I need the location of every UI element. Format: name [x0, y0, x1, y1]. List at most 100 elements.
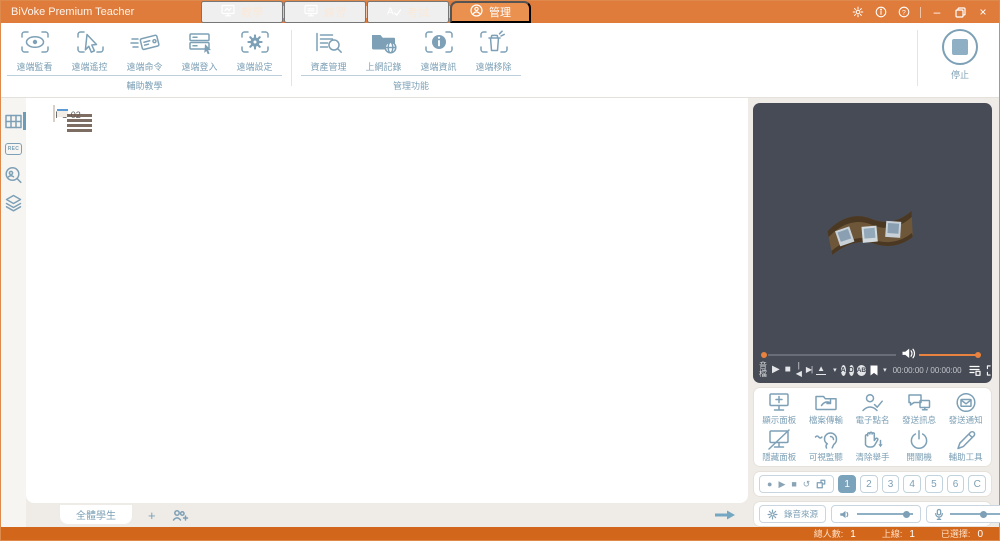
stop-button[interactable]: 停止: [927, 26, 993, 97]
record-view-button[interactable]: REC: [3, 138, 24, 159]
grid-icon: [5, 114, 22, 129]
channel-6-button[interactable]: 6: [946, 475, 965, 494]
tab-exam[interactable]: A 考試: [367, 1, 449, 23]
bookmark-icon: [870, 365, 878, 376]
add-tab-button[interactable]: +: [148, 508, 156, 523]
record-button[interactable]: ●: [767, 479, 772, 489]
roll-call-button[interactable]: 電子點名: [849, 390, 896, 427]
status-online: 上線: 1: [881, 529, 915, 540]
channel-3-button[interactable]: 3: [881, 475, 900, 494]
toolbar: 遠端監看 遠端遙控 遠端命令 遠端登入 遠端設定 輔助教學 資產管理 上網記錄 …: [1, 23, 999, 98]
toolbar-group-teaching-aid: 遠端監看 遠端遙控 遠端命令 遠端登入 遠端設定 輔助教學: [7, 26, 282, 97]
thumbnail-view-button[interactable]: [3, 111, 26, 132]
hand-down-icon: [865, 431, 884, 448]
bookmark-button[interactable]: [869, 365, 879, 376]
close-button[interactable]: ×: [976, 5, 990, 19]
send-notify-button[interactable]: 發送通知: [942, 390, 989, 427]
remote-login-button[interactable]: 遠端登入: [172, 26, 227, 73]
add-group-button[interactable]: [172, 509, 189, 522]
tab-management[interactable]: 管理: [450, 1, 531, 23]
eye-icon: [20, 29, 50, 58]
listen-button[interactable]: 可視監聽: [803, 427, 850, 464]
remote-control-button[interactable]: 遠端遙控: [62, 26, 117, 73]
remote-remove-button[interactable]: 遠端移除: [466, 26, 521, 73]
layers-button[interactable]: [3, 192, 24, 213]
hide-panel-button[interactable]: 隱藏面板: [756, 427, 803, 464]
toolbar-separator: [917, 30, 918, 86]
filmstrip-visual: [827, 210, 913, 255]
mic-volume-slider[interactable]: [950, 510, 1000, 518]
remote-info-button[interactable]: 遠端資訊: [411, 26, 466, 73]
folder-arrow-icon: [815, 395, 837, 410]
svg-text:A: A: [387, 6, 394, 17]
skip-start-button[interactable]: |◀: [795, 362, 802, 378]
statusbar: 總人數: 1 上線: 1 已選擇: 0: [1, 527, 999, 540]
minimize-button[interactable]: –: [930, 5, 944, 19]
clear-hands-button[interactable]: 清除舉手: [849, 427, 896, 464]
remote-command-button[interactable]: 遠端命令: [117, 26, 172, 73]
audio-row: 錄音來源: [753, 501, 1000, 527]
settings-gear-icon[interactable]: [851, 5, 865, 19]
playlist-button[interactable]: [968, 365, 982, 376]
ear-wave-icon: [814, 431, 838, 449]
transport-stop-button[interactable]: ■: [791, 479, 796, 489]
play-button[interactable]: ▶: [771, 365, 781, 375]
marker-d-button[interactable]: D: [848, 364, 854, 376]
view-rail: REC: [1, 98, 26, 527]
help-icon[interactable]: ?: [897, 5, 911, 19]
skip-end-button[interactable]: ▶|: [805, 366, 813, 374]
remote-watch-button[interactable]: 遠端監看: [7, 26, 62, 73]
player-controls: 音檔 ▶ ■ |◀ ▶| ▲ ▾ A D AB ▾ 00:00:00 / 00:…: [758, 362, 991, 378]
add-group-icon: [172, 509, 188, 521]
seek-track[interactable]: [768, 354, 896, 356]
media-player: 音檔 ▶ ■ |◀ ▶| ▲ ▾ A D AB ▾ 00:00:00 / 00:…: [753, 103, 992, 384]
manage-icon: [470, 4, 483, 20]
recording-source-button[interactable]: 錄音來源: [759, 505, 827, 524]
aux-tools-button[interactable]: 輔助工具: [942, 427, 989, 464]
info-icon[interactable]: [874, 5, 888, 19]
asset-management-button[interactable]: 資產管理: [301, 26, 356, 73]
bookmark-dropdown[interactable]: ▾: [882, 367, 888, 374]
export-window-button[interactable]: [816, 479, 826, 489]
channel-1-button[interactable]: 1: [838, 475, 857, 494]
tab-practice[interactable]: 練習: [284, 1, 366, 23]
volume-thumb[interactable]: [975, 352, 981, 358]
speaker-volume-slider[interactable]: [857, 510, 914, 518]
eject-dropdown[interactable]: ▾: [832, 367, 838, 374]
channel-2-button[interactable]: 2: [860, 475, 878, 494]
ab-loop-button[interactable]: AB: [856, 364, 867, 376]
monitor-zoom-button[interactable]: [3, 165, 24, 186]
playlist-icon: [968, 365, 981, 376]
source-gear-icon: [767, 509, 778, 520]
practice-monitor-icon: [304, 4, 318, 20]
export-window-icon: [816, 479, 826, 489]
eject-button[interactable]: ▲: [816, 365, 827, 376]
remote-settings-button[interactable]: 遠端設定: [227, 26, 282, 73]
channel-4-button[interactable]: 4: [903, 475, 922, 494]
channel-row: ● ▶ ■ ↺ 1 2 3 4 5 6 C: [753, 471, 992, 498]
web-history-button[interactable]: 上網記錄: [356, 26, 411, 73]
tab-teaching[interactable]: 教學: [201, 1, 283, 23]
channel-5-button[interactable]: 5: [925, 475, 943, 494]
audio-file-button[interactable]: 音檔: [758, 362, 768, 378]
loop-button[interactable]: ↺: [803, 479, 811, 489]
power-button[interactable]: 開關機: [896, 427, 943, 464]
stop-playback-button[interactable]: ■: [784, 365, 792, 375]
student-tile[interactable]: PC-02: [38, 105, 96, 133]
next-page-arrow[interactable]: [714, 510, 736, 520]
group-tab-all-students[interactable]: 全體學生: [60, 504, 132, 524]
transport-play-button[interactable]: ▶: [778, 479, 785, 489]
player-time: 00:00:00 / 00:00:00: [892, 365, 962, 375]
show-panel-button[interactable]: 顯示面板: [756, 390, 803, 427]
seek-thumb[interactable]: [761, 352, 767, 358]
volume-icon[interactable]: [901, 347, 916, 363]
channel-clear-button[interactable]: C: [968, 475, 987, 494]
file-transfer-button[interactable]: 檔案傳輸: [803, 390, 850, 427]
cursor-icon: [75, 29, 105, 58]
restore-button[interactable]: [953, 5, 967, 19]
fullscreen-button[interactable]: [985, 365, 992, 376]
send-message-button[interactable]: 發送訊息: [896, 390, 943, 427]
student-thumbnail: [53, 105, 93, 133]
marker-a-button[interactable]: A: [840, 364, 846, 376]
volume-track[interactable]: [919, 354, 979, 356]
